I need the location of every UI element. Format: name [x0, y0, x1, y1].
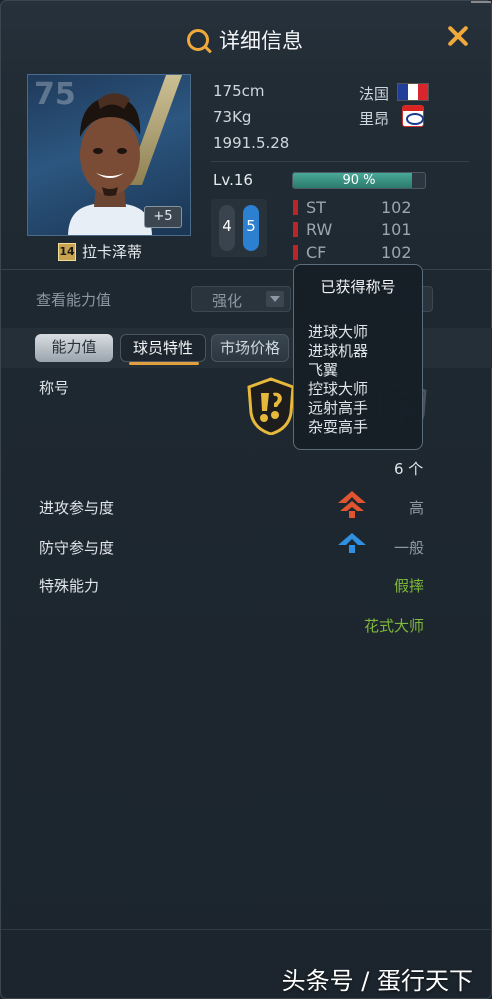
france-flag-icon	[397, 83, 429, 101]
defense-medium-arrow-icon	[338, 533, 366, 553]
right-foot-rating: 5	[246, 217, 256, 235]
player-name-row: 14 拉卡泽蒂	[58, 241, 142, 262]
watermark: 头条号 / 蛋行天下	[281, 967, 473, 995]
position-name: RW	[306, 220, 333, 239]
birth-date-value: 1991.5.28	[213, 134, 290, 152]
list-item: 杂耍高手	[308, 418, 369, 436]
season-badge: 14	[58, 242, 76, 261]
left-foot-rating: 4	[222, 217, 232, 235]
tab-market-price[interactable]: 市场价格	[211, 334, 289, 362]
list-item: 远射高手	[308, 399, 369, 417]
position-rating: 102	[381, 198, 412, 217]
position-row: ST 102	[293, 198, 412, 217]
chevron-down-icon	[266, 291, 284, 307]
trophy-badge-icon[interactable]	[247, 377, 295, 435]
title-group: 详细信息	[187, 25, 303, 55]
special-ability-item: 花式大师	[363, 617, 424, 635]
divider	[1, 929, 492, 930]
list-item: 进球机器	[308, 342, 369, 360]
position-rating: 102	[381, 243, 412, 262]
club-label: 里昂	[359, 110, 390, 128]
experience-percent: 90 %	[342, 173, 376, 188]
list-item: 控球大师	[308, 380, 369, 398]
club-logo-icon	[402, 105, 424, 127]
player-card: 75 +5	[27, 74, 191, 236]
position-marker	[293, 222, 298, 237]
player-level: Lv.16	[213, 171, 253, 189]
position-row: RW 101	[293, 220, 412, 239]
special-ability-label: 特殊能力	[39, 577, 100, 595]
position-row: CF 102	[293, 243, 412, 262]
header: 详细信息	[1, 1, 491, 71]
attack-high-arrow-icon	[338, 491, 366, 518]
titles-tooltip: 已获得称号 进球大师 进球机器 飞翼 控球大师 远射高手 杂耍高手	[293, 264, 423, 450]
position-marker	[293, 200, 298, 215]
enhance-dropdown[interactable]: 强化	[191, 286, 291, 312]
defense-participation-value: 一般	[393, 539, 424, 557]
list-item: 飞翼	[308, 361, 339, 379]
height-value: 175cm	[213, 82, 265, 100]
special-ability-item: 假摔	[393, 577, 424, 595]
tab-ability[interactable]: 能力值	[35, 334, 113, 362]
tab-player-traits[interactable]: 球员特性	[120, 334, 206, 362]
weight-value: 73Kg	[213, 108, 252, 126]
titles-label: 称号	[39, 379, 70, 397]
tooltip-title: 已获得称号	[320, 278, 396, 296]
enhance-label: 强化	[212, 292, 243, 310]
position-marker	[293, 245, 298, 260]
titles-count: 6 个	[394, 460, 424, 478]
attack-participation-label: 进攻参与度	[39, 499, 115, 517]
weak-foot-indicator: 4 5	[211, 199, 267, 257]
position-name: ST	[306, 198, 326, 217]
divider	[211, 161, 469, 162]
defense-participation-label: 防守参与度	[39, 539, 115, 557]
attack-participation-value: 高	[408, 499, 424, 517]
page-title: 详细信息	[219, 29, 303, 53]
experience-bar: 90 %	[292, 172, 426, 189]
view-ability-label: 查看能力值	[36, 291, 112, 309]
position-name: CF	[306, 243, 327, 262]
tooltip-list: 进球大师 进球机器 飞翼 控球大师 远射高手 杂耍高手	[308, 323, 368, 437]
position-rating: 101	[381, 220, 412, 239]
active-tab-indicator	[129, 362, 199, 365]
close-icon[interactable]	[445, 23, 471, 49]
player-name: 拉卡泽蒂	[82, 243, 143, 261]
upgrade-level-badge: +5	[144, 206, 182, 228]
search-icon	[187, 29, 209, 51]
nation-label: 法国	[359, 85, 390, 103]
list-item: 进球大师	[308, 323, 369, 341]
player-detail-panel: 详细信息 75 +5 14 拉卡泽蒂 175cm 73Kg 1991.5.28 …	[0, 0, 492, 999]
